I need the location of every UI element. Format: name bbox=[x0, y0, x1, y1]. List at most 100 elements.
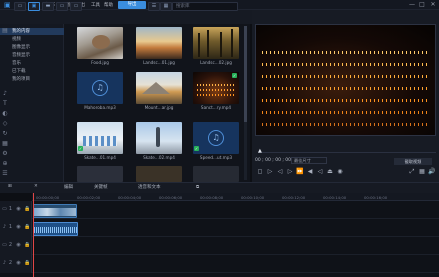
sidebar-item-audio[interactable]: 音频显示 bbox=[0, 52, 64, 59]
export-button[interactable]: 导出 bbox=[118, 1, 146, 9]
overlay-tab-icon[interactable]: ◇ bbox=[1, 120, 9, 128]
minimize-icon[interactable]: — bbox=[407, 0, 417, 10]
timeline-tool-keyframe[interactable]: 关键帧 bbox=[94, 184, 108, 190]
mute-icon[interactable]: ◉ bbox=[16, 261, 21, 266]
timeline-audio-clip[interactable] bbox=[33, 222, 78, 236]
lock-icon[interactable]: 🔒 bbox=[24, 243, 30, 248]
sidebar-item-music[interactable]: 音乐 bbox=[0, 60, 64, 67]
ruler-tick: 00:00:00;00 bbox=[36, 195, 60, 200]
media-thumb-mountain[interactable] bbox=[136, 72, 182, 104]
video-preview[interactable] bbox=[255, 24, 436, 136]
stop-icon[interactable]: ◻ bbox=[256, 168, 264, 176]
lock-icon[interactable]: 🔒 bbox=[24, 261, 30, 266]
media-thumb-partial[interactable] bbox=[193, 166, 239, 182]
volume-icon[interactable]: 🔊 bbox=[428, 168, 436, 176]
media-label: Skate...01.mp4 bbox=[84, 155, 116, 160]
media-label: Mount...ar.jpg bbox=[144, 105, 174, 110]
more-tab-icon[interactable]: ☰ bbox=[1, 170, 9, 178]
next-frame-icon[interactable]: ▷ bbox=[286, 168, 294, 176]
media-thumb-skate-2[interactable] bbox=[136, 122, 182, 154]
media-label: Mahoroba.mp3 bbox=[84, 105, 116, 110]
element-tab-icon[interactable]: ▦ bbox=[1, 140, 9, 148]
play-icon[interactable]: ▷ bbox=[266, 168, 274, 176]
eject-icon[interactable]: ⏏ bbox=[326, 168, 334, 176]
fast-forward-icon[interactable]: ⏩ bbox=[296, 168, 304, 176]
timeline-playhead[interactable] bbox=[33, 193, 34, 277]
timeline-video-clip[interactable] bbox=[33, 204, 77, 218]
preview-progress-bar[interactable] bbox=[258, 152, 436, 153]
view-details-button[interactable]: ▭ bbox=[56, 2, 68, 11]
settings-tab-icon[interactable]: ⚙ bbox=[1, 150, 9, 158]
view-thumbnails-button[interactable]: ▣ bbox=[28, 2, 40, 11]
in-use-check-icon: ✓ bbox=[194, 146, 199, 151]
track-row bbox=[0, 255, 439, 273]
transition-tab-icon[interactable]: ↻ bbox=[1, 130, 9, 138]
ruler-tick: 00:00:02;00 bbox=[77, 195, 101, 200]
close-icon[interactable]: ✕ bbox=[428, 0, 438, 10]
filter-tab-icon[interactable]: ◐ bbox=[1, 110, 9, 118]
media-scrollbar-thumb[interactable] bbox=[244, 26, 247, 122]
lock-icon[interactable]: 🔒 bbox=[24, 225, 30, 230]
search-input[interactable]: 搜索库 bbox=[172, 2, 238, 11]
fullscreen-icon[interactable]: ⤢ bbox=[408, 168, 416, 176]
media-tab-icon[interactable]: ▤ bbox=[1, 27, 9, 35]
grid-size-button[interactable]: ▦ bbox=[160, 2, 172, 11]
menu-tools[interactable]: 工具 bbox=[91, 2, 100, 8]
timeline-tool-text[interactable]: 透音和文本 bbox=[138, 184, 161, 190]
in-use-check-icon: ✓ bbox=[232, 73, 237, 78]
delete-icon[interactable]: ✕ bbox=[34, 184, 38, 189]
lock-icon[interactable]: 🔒 bbox=[24, 207, 30, 212]
track-header-video-1: ▭ 1 ◉ 🔒 bbox=[0, 201, 32, 219]
add-tab-icon[interactable]: ⊕ bbox=[1, 160, 9, 168]
view-grid-button[interactable]: ▭ bbox=[70, 2, 82, 11]
ruler-tick: 00:00:06;00 bbox=[159, 195, 183, 200]
text-tab-icon[interactable]: T bbox=[1, 100, 9, 108]
menu-help[interactable]: 帮助 bbox=[104, 2, 113, 8]
music-note-icon: ♫ bbox=[208, 130, 224, 146]
media-thumb-audio-speed[interactable]: ♫ bbox=[193, 122, 239, 154]
track-manager-icon[interactable]: ⊞ bbox=[8, 184, 12, 189]
audio-tab-icon[interactable]: ♪ bbox=[1, 90, 9, 98]
music-note-icon: ♫ bbox=[92, 80, 108, 96]
sidebar-item-images[interactable]: 图像显示 bbox=[0, 44, 64, 51]
timecode-display: 00 ; 00 ; 00 ; 00 bbox=[255, 158, 292, 163]
mute-icon[interactable]: ◉ bbox=[16, 225, 21, 230]
media-thumb-partial[interactable] bbox=[77, 166, 123, 182]
timeline-tool-edit[interactable]: 编辑 bbox=[64, 184, 73, 190]
track-number: 1 bbox=[8, 224, 13, 230]
media-label: Landsc...01.jpg bbox=[143, 60, 175, 65]
sidebar-item-downloaded[interactable]: 已下载 bbox=[0, 68, 64, 75]
media-thumb-landscape-2[interactable] bbox=[193, 27, 239, 59]
sidebar-item-video[interactable]: 视频 bbox=[0, 36, 64, 43]
media-label: Skate...02.mp4 bbox=[143, 155, 175, 160]
media-thumb-skate-1[interactable] bbox=[77, 122, 123, 154]
prev-frame-icon[interactable]: ◁ bbox=[276, 168, 284, 176]
audio-track-icon: ♪ bbox=[2, 224, 7, 230]
mark-out-icon[interactable]: ◁ bbox=[316, 168, 324, 176]
media-thumb-landscape-1[interactable] bbox=[136, 27, 182, 59]
preview-playhead[interactable]: ▲ bbox=[258, 149, 262, 154]
track-number: 2 bbox=[8, 242, 13, 248]
maximize-icon[interactable]: □ bbox=[417, 0, 427, 10]
grid-overlay-icon[interactable]: ▦ bbox=[418, 168, 426, 176]
eye-icon[interactable]: ◉ bbox=[16, 243, 21, 248]
snapshot-button[interactable]: 截取视频 bbox=[394, 158, 432, 165]
sidebar-item-projects[interactable]: 我的项目 bbox=[0, 76, 64, 83]
ruler-tick: 00:00:16;00 bbox=[364, 195, 388, 200]
sidebar-item-my-content[interactable]: 我的内容 bbox=[0, 28, 64, 35]
import-media-button[interactable]: ▭ bbox=[14, 2, 26, 11]
ruler-tick: 00:00:04;00 bbox=[118, 195, 142, 200]
record-icon[interactable]: ◉ bbox=[336, 168, 344, 176]
trim-icon[interactable]: ⧉ bbox=[196, 184, 199, 190]
eye-icon[interactable]: ◉ bbox=[16, 207, 21, 212]
mark-in-icon[interactable]: ◀ bbox=[306, 168, 314, 176]
ruler-tick: 00:00:14;00 bbox=[323, 195, 347, 200]
media-thumb-food[interactable] bbox=[77, 27, 123, 59]
media-thumb-audio-mahoroba[interactable]: ♫ bbox=[77, 72, 123, 104]
media-thumb-partial[interactable] bbox=[136, 166, 182, 182]
view-list-button[interactable]: ▬ bbox=[42, 2, 54, 11]
track-header-audio-2: ♪ 2 ◉ 🔒 bbox=[0, 255, 32, 273]
ruler-tick: 00:00:08;00 bbox=[200, 195, 224, 200]
preview-quality-select[interactable]: 最佳尺寸 bbox=[291, 157, 327, 164]
sort-button[interactable]: ☰ bbox=[148, 2, 160, 11]
